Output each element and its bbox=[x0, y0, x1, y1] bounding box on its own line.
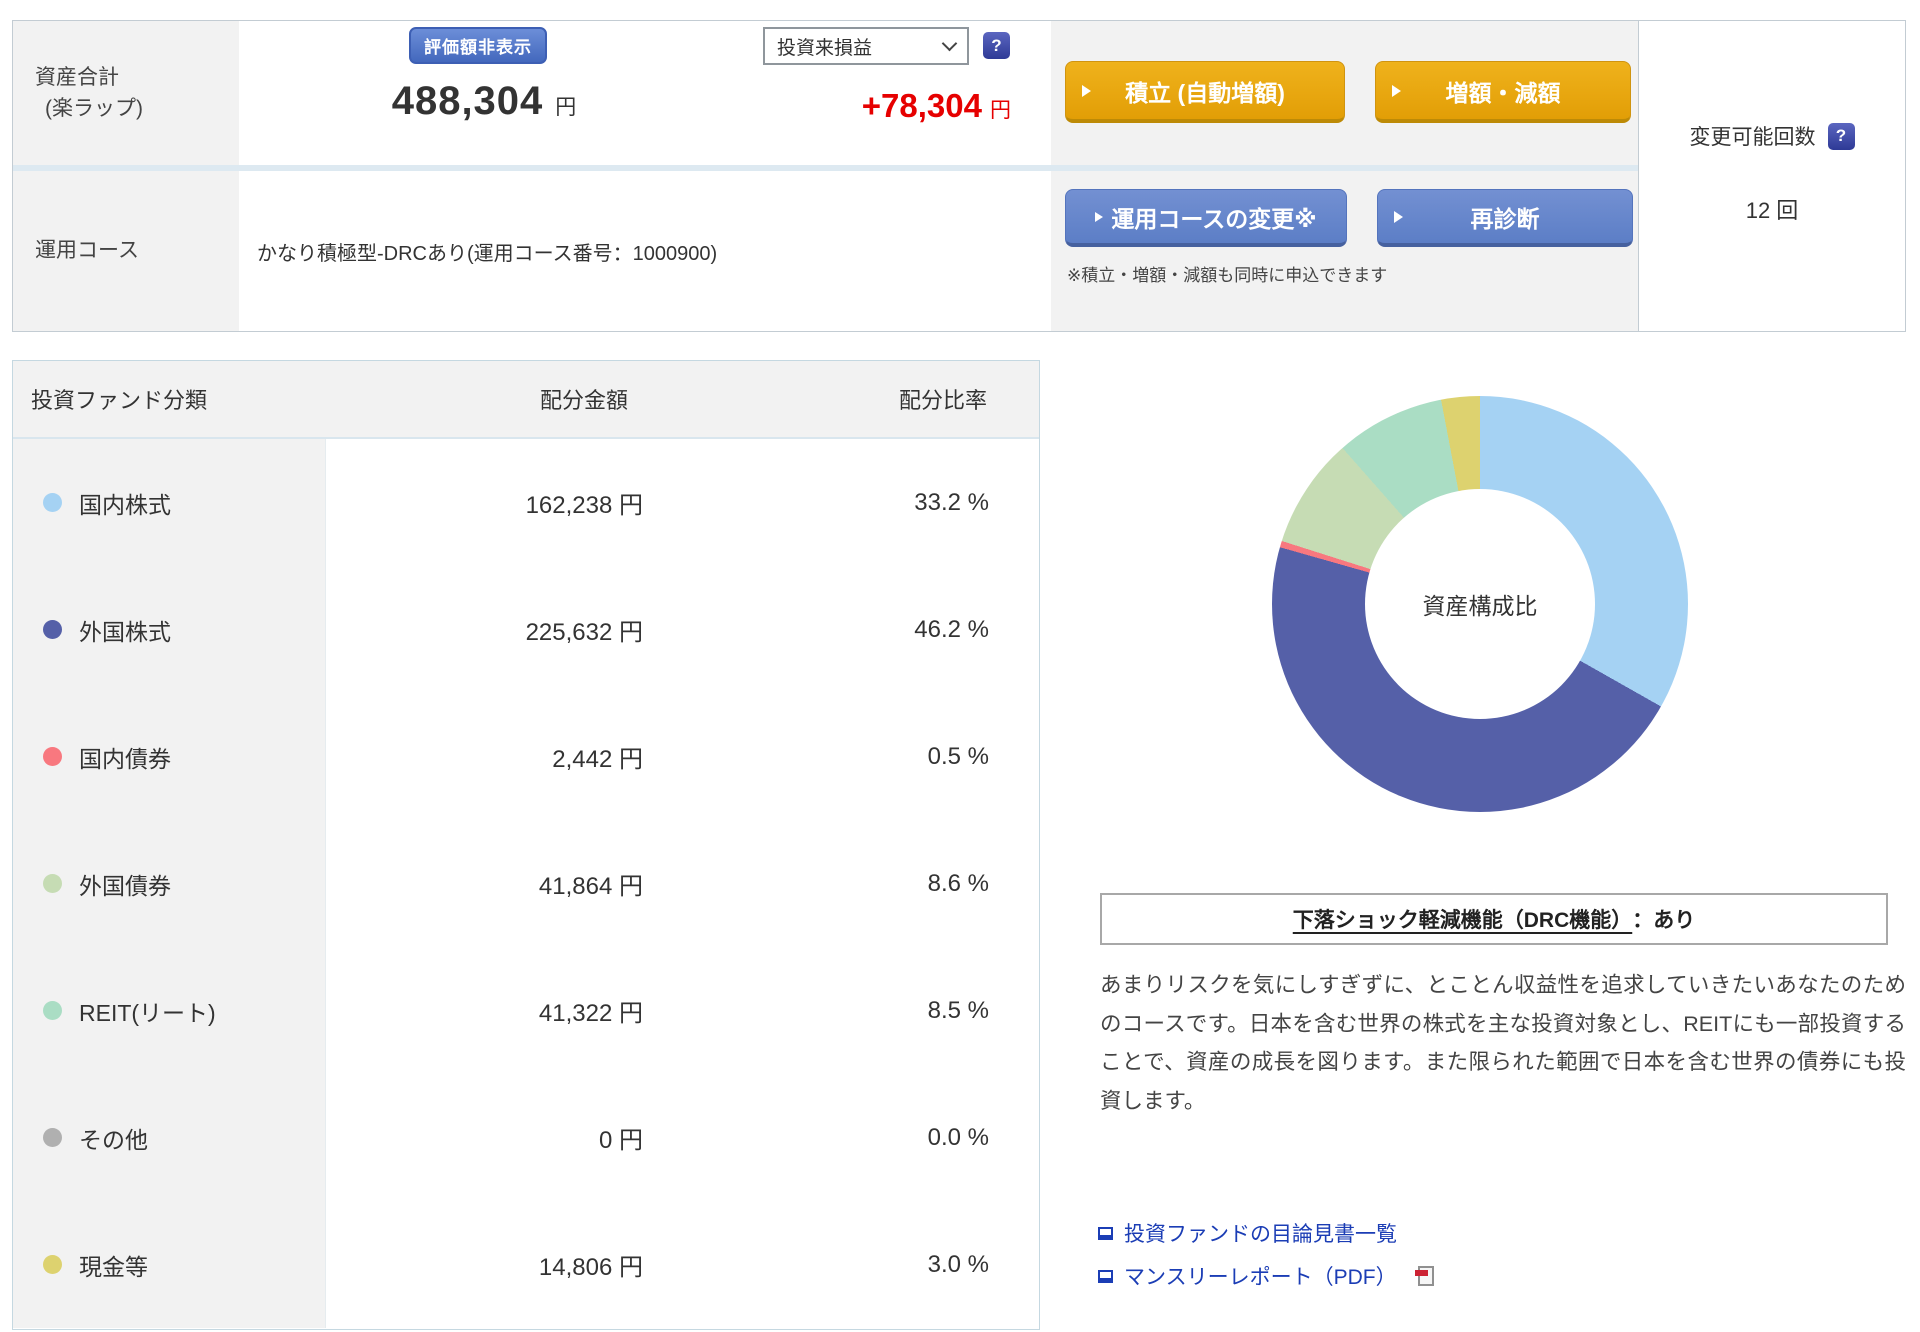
zougaku-gengaku-button-label: 増額・減額 bbox=[1446, 74, 1561, 108]
header-ratio: 配分比率 bbox=[713, 383, 1039, 415]
monthly-report-link-label: マンスリーレポート（PDF） bbox=[1124, 1261, 1397, 1291]
zougaku-gengaku-button[interactable]: 増額・減額 bbox=[1375, 61, 1631, 123]
domestic-equity-dot-icon bbox=[43, 493, 62, 512]
header-category: 投資ファンド分類 bbox=[13, 383, 326, 415]
pl-amount-unit: 円 bbox=[990, 99, 1011, 122]
course-row: 運用コース かなり積極型-DRCあり(運用コース番号：1000900) 運用コー… bbox=[13, 171, 1638, 331]
hide-valuation-badge[interactable]: 評価額非表示 bbox=[409, 27, 547, 64]
allocation-table-header: 投資ファンド分類 配分金額 配分比率 bbox=[13, 361, 1039, 439]
row-ratio: 8.6 % bbox=[713, 820, 1039, 947]
course-label-text: 運用コース bbox=[35, 235, 239, 267]
table-row: その他 0 円 0.0 % bbox=[13, 1074, 1039, 1201]
change-count-value: 12 回 bbox=[1746, 193, 1799, 225]
pl-period-dropdown[interactable]: 投資来損益 bbox=[763, 27, 969, 65]
donut-chart: 資産構成比 bbox=[1272, 396, 1688, 812]
total-assets-label-line1: 資産合計 bbox=[35, 62, 239, 94]
asset-summary-panel: 資産合計 (楽ラップ) 評価額非表示 488,304 円 投資来損益 ? +78,… bbox=[12, 20, 1906, 332]
change-count-panel: 変更可能回数 ? 12 回 bbox=[1638, 21, 1905, 331]
row-label: 現金等 bbox=[79, 1248, 148, 1282]
rediagnosis-button-label: 再診断 bbox=[1471, 200, 1540, 234]
row-ratio: 0.0 % bbox=[713, 1074, 1039, 1201]
other-dot-icon bbox=[43, 1128, 62, 1147]
document-links: 投資ファンドの目論見書一覧 マンスリーレポート（PDF） bbox=[1098, 1218, 1434, 1291]
table-row: 外国債券 41,864 円 8.6 % bbox=[13, 820, 1039, 947]
arrow-right-icon bbox=[1394, 211, 1403, 223]
table-row: REIT(リート) 41,322 円 8.5 % bbox=[13, 947, 1039, 1074]
course-label: 運用コース bbox=[13, 171, 239, 331]
pl-amount-value: +78,304 bbox=[862, 87, 982, 124]
row-label: その他 bbox=[79, 1121, 148, 1155]
prospectus-link-label: 投資ファンドの目論見書一覧 bbox=[1124, 1218, 1397, 1248]
row-amount: 2,442 円 bbox=[326, 693, 713, 820]
course-actions-cell: 運用コースの変更※ 再診断 ※積立・増額・減額も同時に申込できます bbox=[1051, 171, 1638, 331]
drc-feature-status: ：あり bbox=[1632, 904, 1695, 934]
total-amount-value: 488,304 bbox=[392, 79, 544, 123]
foreign-equity-dot-icon bbox=[43, 620, 62, 639]
drc-feature-title: 下落ショック軽減機能（DRC機能） bbox=[1293, 904, 1633, 934]
row-ratio: 3.0 % bbox=[713, 1201, 1039, 1328]
total-assets-value-cell: 評価額非表示 488,304 円 投資来損益 ? +78,304 円 bbox=[239, 21, 1051, 165]
arrow-right-icon bbox=[1095, 212, 1103, 222]
row-ratio: 0.5 % bbox=[713, 693, 1039, 820]
row-amount: 162,238 円 bbox=[326, 439, 713, 566]
cash-dot-icon bbox=[43, 1255, 62, 1274]
header-amount: 配分金額 bbox=[326, 383, 713, 415]
drc-feature-box: 下落ショック軽減機能（DRC機能）：あり bbox=[1100, 893, 1888, 945]
tsumitate-button[interactable]: 積立 (自動増額) bbox=[1065, 61, 1345, 123]
row-ratio: 33.2 % bbox=[713, 439, 1039, 566]
tsumitate-button-label: 積立 (自動増額) bbox=[1125, 74, 1285, 108]
course-note: ※積立・増額・減額も同時に申込できます bbox=[1051, 247, 1638, 286]
change-count-label: 変更可能回数 bbox=[1690, 121, 1816, 151]
row-amount: 41,322 円 bbox=[326, 947, 713, 1074]
row-label: REIT(リート) bbox=[79, 994, 216, 1028]
window-icon bbox=[1098, 1270, 1113, 1283]
total-assets-row: 資産合計 (楽ラップ) 評価額非表示 488,304 円 投資来損益 ? +78,… bbox=[13, 21, 1638, 171]
donut-center-label: 資産構成比 bbox=[1365, 489, 1595, 719]
row-amount: 0 円 bbox=[326, 1074, 713, 1201]
row-amount: 225,632 円 bbox=[326, 566, 713, 693]
rediagnosis-button[interactable]: 再診断 bbox=[1377, 189, 1633, 247]
table-row: 国内株式 162,238 円 33.2 % bbox=[13, 439, 1039, 566]
table-row: 現金等 14,806 円 3.0 % bbox=[13, 1201, 1039, 1328]
row-ratio: 8.5 % bbox=[713, 947, 1039, 1074]
row-ratio: 46.2 % bbox=[713, 566, 1039, 693]
row-label: 国内株式 bbox=[79, 486, 171, 520]
foreign-bond-dot-icon bbox=[43, 874, 62, 893]
prospectus-link[interactable]: 投資ファンドの目論見書一覧 bbox=[1098, 1218, 1434, 1248]
arrow-right-icon bbox=[1082, 85, 1091, 97]
asset-actions-cell: 積立 (自動増額) 増額・減額 bbox=[1051, 21, 1638, 165]
pl-amount: +78,304 円 bbox=[699, 87, 1011, 125]
domestic-bond-dot-icon bbox=[43, 747, 62, 766]
course-description: あまりリスクを気にしすぎずに、とことん収益性を追求していきたいあなたのためのコー… bbox=[1100, 966, 1906, 1121]
monthly-report-link[interactable]: マンスリーレポート（PDF） bbox=[1098, 1261, 1434, 1291]
row-amount: 14,806 円 bbox=[326, 1201, 713, 1328]
total-assets-label: 資産合計 (楽ラップ) bbox=[13, 21, 239, 165]
total-amount: 488,304 円 bbox=[269, 79, 699, 124]
chevron-down-icon bbox=[942, 35, 958, 51]
asset-summary-grid: 資産合計 (楽ラップ) 評価額非表示 488,304 円 投資来損益 ? +78,… bbox=[13, 21, 1638, 331]
row-amount: 41,864 円 bbox=[326, 820, 713, 947]
row-label: 国内債券 bbox=[79, 740, 171, 774]
allocation-table: 投資ファンド分類 配分金額 配分比率 国内株式 162,238 円 33.2 %… bbox=[12, 360, 1040, 1330]
table-row: 国内債券 2,442 円 0.5 % bbox=[13, 693, 1039, 820]
course-change-button[interactable]: 運用コースの変更※ bbox=[1065, 189, 1347, 247]
table-row: 外国株式 225,632 円 46.2 % bbox=[13, 566, 1039, 693]
reit-dot-icon bbox=[43, 1001, 62, 1020]
total-amount-unit: 円 bbox=[555, 96, 576, 119]
change-count-help-icon[interactable]: ? bbox=[1828, 123, 1855, 150]
row-label: 外国株式 bbox=[79, 613, 171, 647]
pdf-file-icon bbox=[1418, 1266, 1434, 1286]
pl-period-dropdown-value: 投資来損益 bbox=[777, 33, 872, 60]
row-label: 外国債券 bbox=[79, 867, 171, 901]
course-value-cell: かなり積極型-DRCあり(運用コース番号：1000900) bbox=[239, 171, 1051, 331]
course-name: かなり積極型-DRCあり(運用コース番号：1000900) bbox=[239, 171, 1051, 331]
course-change-button-label: 運用コースの変更※ bbox=[1111, 200, 1316, 234]
arrow-right-icon bbox=[1392, 85, 1401, 97]
total-assets-label-line2: (楽ラップ) bbox=[35, 93, 239, 125]
window-icon bbox=[1098, 1227, 1113, 1240]
pl-help-icon[interactable]: ? bbox=[983, 32, 1010, 59]
